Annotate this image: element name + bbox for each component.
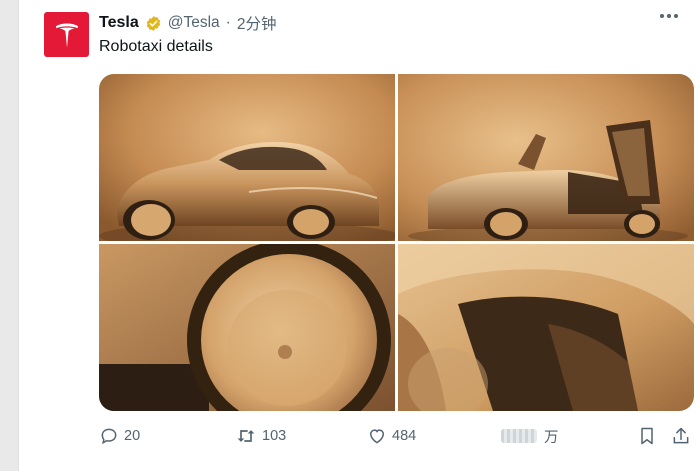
reply-button[interactable]: 20 bbox=[99, 425, 140, 447]
views-button[interactable]: 万 bbox=[501, 425, 559, 447]
more-options-icon[interactable] bbox=[660, 14, 678, 18]
separator-dot: · bbox=[225, 14, 231, 31]
like-count: 484 bbox=[392, 428, 417, 444]
bookmark-button[interactable] bbox=[637, 425, 657, 447]
like-button[interactable]: 484 bbox=[367, 425, 416, 447]
retweet-icon bbox=[237, 430, 255, 442]
media-image-wheel-closeup[interactable] bbox=[99, 244, 395, 411]
tesla-logo-icon bbox=[55, 23, 78, 48]
media-image-car-open-doors[interactable] bbox=[398, 74, 694, 241]
verified-badge-icon bbox=[145, 15, 162, 32]
share-button[interactable] bbox=[671, 425, 691, 447]
retweet-button[interactable]: 103 bbox=[235, 425, 286, 447]
author-name[interactable]: Tesla bbox=[99, 14, 139, 32]
avatar[interactable] bbox=[44, 12, 89, 57]
author-handle[interactable]: @Tesla bbox=[168, 14, 220, 32]
media-grid bbox=[99, 74, 694, 411]
tweet-actions: 20 103 484 万 bbox=[99, 425, 698, 447]
media-image-body-closeup[interactable] bbox=[398, 244, 694, 411]
share-icon bbox=[673, 427, 689, 444]
reply-icon bbox=[101, 428, 117, 445]
tweet-text: Robotaxi details bbox=[99, 38, 213, 55]
views-blurred-value bbox=[501, 429, 537, 443]
views-count: 万 bbox=[544, 429, 559, 446]
reply-count: 20 bbox=[124, 428, 141, 444]
media-image-car-front[interactable] bbox=[99, 74, 395, 241]
timestamp[interactable]: 2分钟 bbox=[237, 12, 277, 34]
heart-icon bbox=[369, 429, 385, 444]
retweet-count: 103 bbox=[262, 428, 287, 444]
bookmark-icon bbox=[641, 427, 653, 445]
tweet-card: Tesla @Tesla · 2分钟 Robotaxi details 20 1… bbox=[18, 0, 698, 471]
tweet-header: Tesla @Tesla · 2分钟 bbox=[99, 12, 276, 34]
